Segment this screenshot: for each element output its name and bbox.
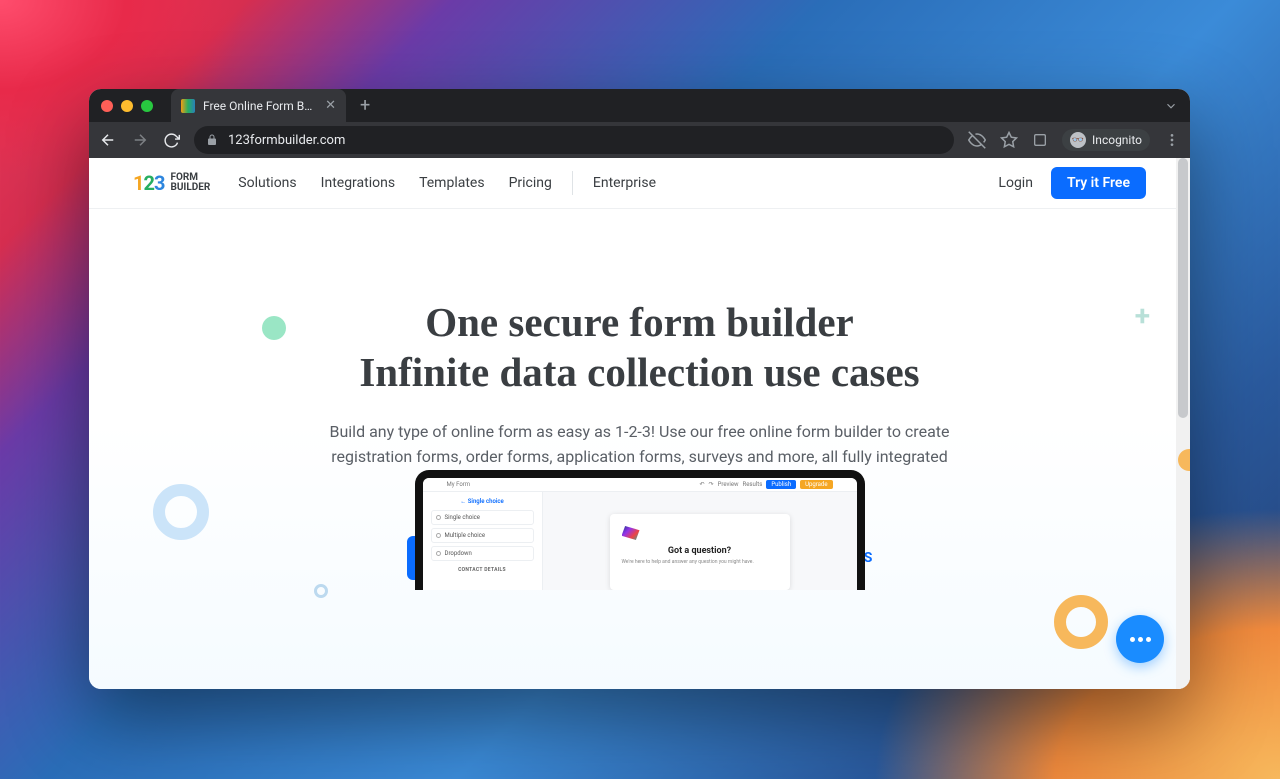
url-text: 123formbuilder.com [228,133,345,148]
browser-window: Free Online Form Builder | Form... ✕ + 1… [89,89,1190,689]
login-link[interactable]: Login [998,175,1033,191]
mockup-card-title: Got a question? [622,546,778,556]
hero-section: + One secure form builder Infinite data … [89,209,1190,580]
main-nav: Solutions Integrations Templates Pricing [238,175,552,191]
extensions-icon[interactable] [1032,132,1048,148]
eye-off-icon[interactable] [968,131,986,149]
mockup-card-text: We're here to help and answer any questi… [622,559,778,566]
product-mockup: My Form ↶↷ Preview Results Publish Upgra… [415,470,865,590]
mockup-item-0: Single choice [445,514,480,521]
incognito-label: Incognito [1092,133,1142,147]
nav-separator [572,171,573,195]
tabs-dropdown-icon[interactable] [1164,99,1178,113]
maximize-window-button[interactable] [141,100,153,112]
hero-title-line1: One secure form builder [425,299,854,345]
minimize-window-button[interactable] [121,100,133,112]
nav-templates[interactable]: Templates [419,175,485,191]
new-tab-button[interactable]: + [360,95,370,116]
url-input[interactable]: 123formbuilder.com [194,126,954,154]
mockup-item-1: Multiple choice [445,532,486,539]
incognito-icon: 👓 [1070,132,1086,148]
address-bar: 123formbuilder.com 👓 Incognito [89,122,1190,158]
chat-icon [1130,637,1151,642]
logo-text-bottom: BUILDER [170,182,210,193]
reload-button[interactable] [163,132,180,149]
traffic-lights [101,100,153,112]
decor-ring-orange [1054,595,1108,649]
mockup-title: My Form [447,481,471,488]
nav-integrations[interactable]: Integrations [321,175,395,191]
nav-pricing[interactable]: Pricing [509,175,552,191]
forward-button[interactable] [131,131,149,149]
try-free-button[interactable]: Try it Free [1051,167,1146,199]
mockup-side-header: Single choice [468,498,504,505]
mockup-publish: Publish [766,480,796,489]
browser-tab[interactable]: Free Online Form Builder | Form... ✕ [171,89,346,122]
nav-enterprise-wrap: Enterprise [593,175,656,191]
nav-solutions[interactable]: Solutions [238,175,296,191]
logo[interactable]: 123 FORMBUILDER [133,171,210,195]
mockup-section: CONTACT DETAILS [431,567,534,573]
hero-title: One secure form builder Infinite data co… [89,297,1190,397]
decor-dot-orange [1178,449,1190,471]
mockup-topbar: My Form ↶↷ Preview Results Publish Upgra… [423,478,857,492]
mockup-preview: Preview [718,481,739,488]
mockup-item-2: Dropdown [445,550,472,557]
mockup-results: Results [743,481,763,488]
nav-enterprise[interactable]: Enterprise [593,175,656,191]
tab-title: Free Online Form Builder | Form... [203,99,317,113]
decor-ring-blue [153,484,209,540]
site-header: 123 FORMBUILDER Solutions Integrations T… [89,158,1190,209]
incognito-badge[interactable]: 👓 Incognito [1062,129,1150,151]
swirl-icon [622,526,640,540]
hero-title-line2: Infinite data collection use cases [359,349,919,395]
mockup-upgrade: Upgrade [800,480,832,489]
browser-menu-icon[interactable] [1164,132,1180,148]
bookmark-star-icon[interactable] [1000,131,1018,149]
lock-icon [206,134,218,146]
mockup-card: Got a question? We're here to help and a… [610,514,790,590]
tab-bar: Free Online Form Builder | Form... ✕ + [89,89,1190,122]
favicon-icon [181,99,195,113]
close-tab-icon[interactable]: ✕ [325,98,336,113]
chat-button[interactable] [1116,615,1164,663]
decor-ring-small [314,584,328,598]
page-content: 123 FORMBUILDER Solutions Integrations T… [89,158,1190,689]
back-button[interactable] [99,131,117,149]
mockup-sidebar: ← Single choice Single choice Multiple c… [423,492,543,590]
close-window-button[interactable] [101,100,113,112]
